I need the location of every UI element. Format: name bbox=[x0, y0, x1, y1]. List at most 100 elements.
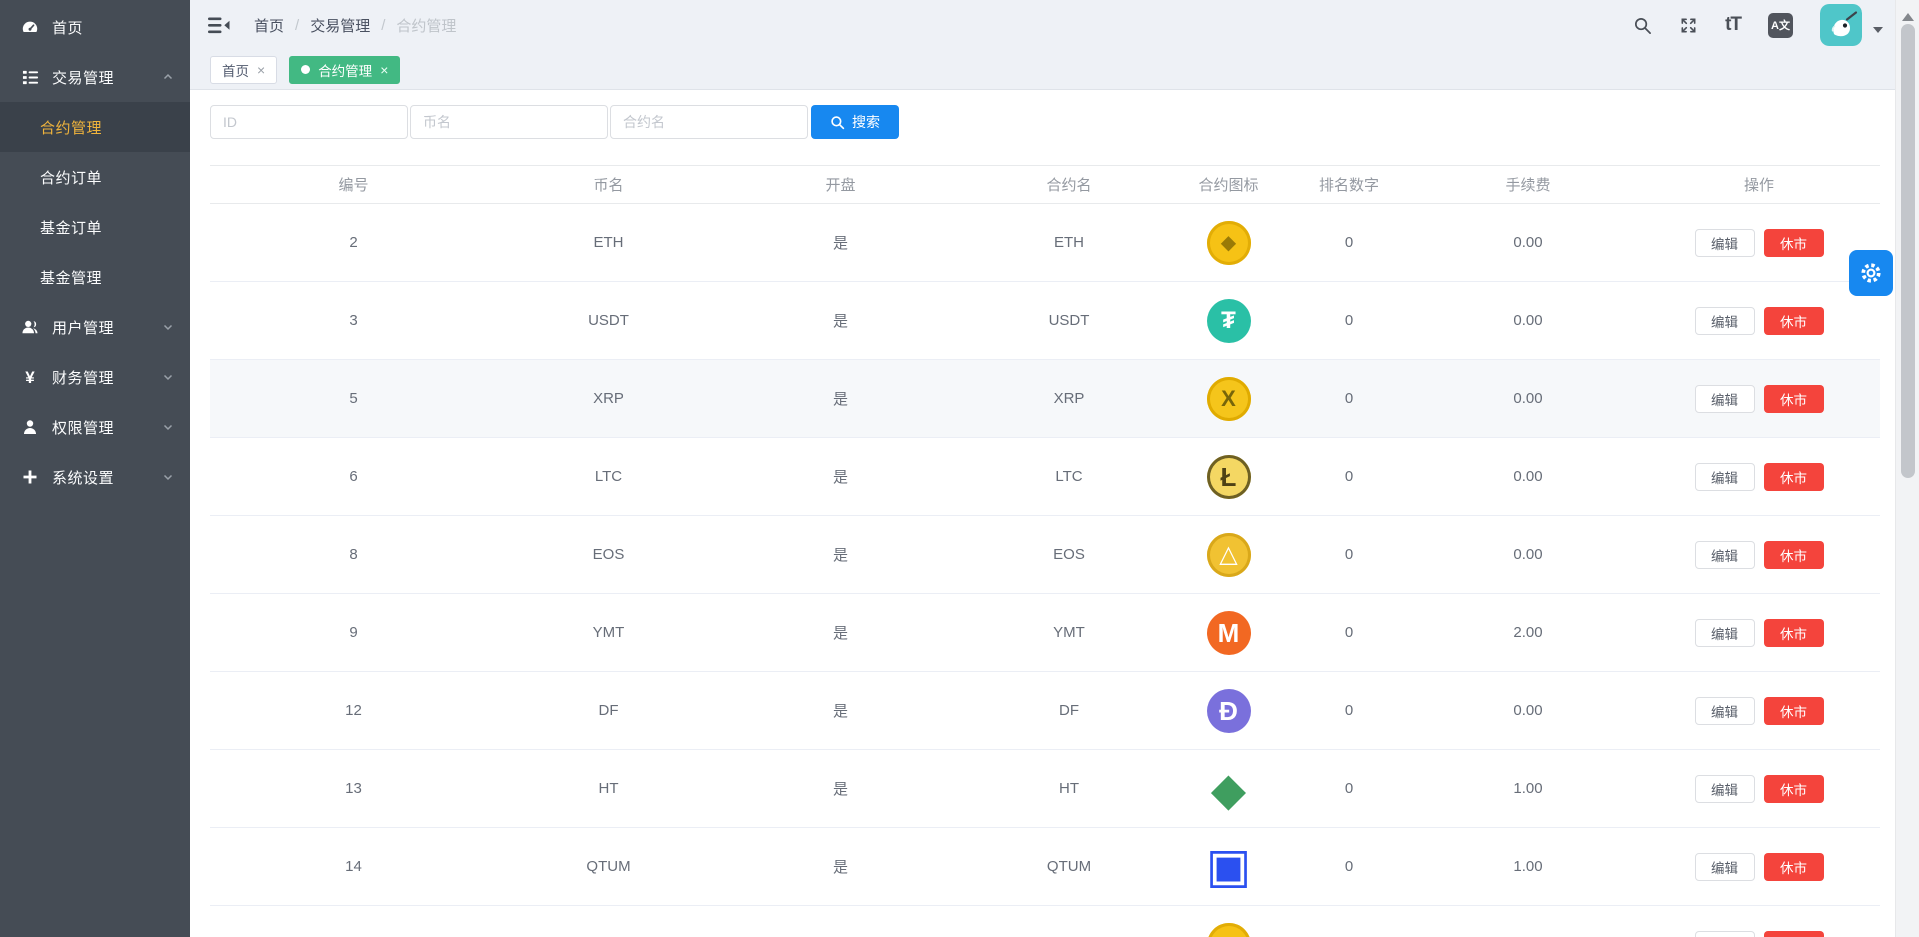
search-icon bbox=[830, 115, 845, 130]
cell-number: 13 bbox=[210, 750, 497, 828]
edit-button[interactable]: 编辑 bbox=[1695, 853, 1755, 881]
cell-contract-icon: △ bbox=[1177, 516, 1280, 594]
market-close-button[interactable]: 休市 bbox=[1764, 463, 1824, 491]
cell-coin-name: QTUM bbox=[497, 828, 720, 906]
edit-button[interactable]: 编辑 bbox=[1695, 307, 1755, 335]
market-close-button[interactable]: 休市 bbox=[1764, 619, 1824, 647]
edit-button[interactable]: 编辑 bbox=[1695, 463, 1755, 491]
sidebar-item-user-management[interactable]: 用户管理 bbox=[0, 302, 190, 352]
coin-name-input[interactable] bbox=[410, 105, 608, 139]
col-coin-name: 币名 bbox=[497, 166, 720, 204]
dashboard-icon bbox=[20, 18, 40, 36]
breadcrumb: 首页 / 交易管理 / 合约管理 bbox=[254, 15, 456, 36]
table-row: 6LTC是LTCŁ00.00编辑休市 bbox=[210, 438, 1880, 516]
table-row: 12DF是DFÐ00.00编辑休市 bbox=[210, 672, 1880, 750]
edit-button[interactable]: 编辑 bbox=[1695, 385, 1755, 413]
edit-button[interactable]: 编辑 bbox=[1695, 229, 1755, 257]
sidebar-item-permission-management[interactable]: 权限管理 bbox=[0, 402, 190, 452]
cell-number bbox=[210, 906, 497, 937]
market-close-button[interactable]: 休市 bbox=[1764, 229, 1824, 257]
person-icon bbox=[20, 419, 40, 435]
cell-coin-name bbox=[497, 906, 720, 937]
cell-actions: 编辑休市 bbox=[1638, 750, 1880, 828]
cell-contract-icon: ▣ bbox=[1177, 828, 1280, 906]
cell-contract-icon: M bbox=[1177, 594, 1280, 672]
search-button[interactable]: 搜索 bbox=[811, 105, 899, 139]
sidebar-item-fund-management[interactable]: 基金管理 bbox=[0, 252, 190, 302]
translate-icon[interactable]: A文 bbox=[1768, 13, 1793, 38]
market-close-button[interactable]: 休市 bbox=[1764, 853, 1824, 881]
search-icon[interactable] bbox=[1633, 16, 1652, 35]
close-icon[interactable]: × bbox=[380, 63, 388, 77]
edit-button[interactable]: 编辑 bbox=[1695, 697, 1755, 725]
cell-open bbox=[720, 906, 961, 937]
sidebar-item-trade-management[interactable]: 交易管理 bbox=[0, 52, 190, 102]
market-close-button[interactable]: 休市 bbox=[1764, 775, 1824, 803]
table-row: 编辑 休市 bbox=[210, 906, 1880, 937]
cell-contract-icon: ₮ bbox=[1177, 282, 1280, 360]
cell-open: 是 bbox=[720, 282, 961, 360]
tab-home[interactable]: 首页 × bbox=[210, 56, 277, 84]
cell-number: 5 bbox=[210, 360, 497, 438]
id-input[interactable] bbox=[210, 105, 408, 139]
scrollbar-up-arrow-icon[interactable] bbox=[1902, 7, 1914, 21]
cell-rank: 0 bbox=[1280, 516, 1418, 594]
sidebar-item-finance-management[interactable]: ¥ 财务管理 bbox=[0, 352, 190, 402]
cell-open: 是 bbox=[720, 360, 961, 438]
close-icon[interactable]: × bbox=[257, 63, 265, 77]
sidebar-item-system-settings[interactable]: 系统设置 bbox=[0, 452, 190, 502]
avatar[interactable] bbox=[1820, 4, 1862, 46]
sidebar-item-contract-management[interactable]: 合约管理 bbox=[0, 102, 190, 152]
breadcrumb-separator: / bbox=[295, 17, 299, 34]
cell-contract-name: LTC bbox=[961, 438, 1177, 516]
scrollbar-thumb[interactable] bbox=[1901, 24, 1915, 478]
cell-open: 是 bbox=[720, 516, 961, 594]
page-scrollbar[interactable] bbox=[1895, 0, 1919, 937]
sidebar-item-label: 财务管理 bbox=[52, 367, 162, 388]
chevron-down-icon bbox=[162, 321, 174, 333]
breadcrumb-separator: / bbox=[381, 17, 385, 34]
search-form: 搜索 bbox=[210, 105, 1919, 139]
edit-button[interactable]: 编辑 bbox=[1695, 775, 1755, 803]
cell-number: 14 bbox=[210, 828, 497, 906]
cell-contract-icon: Ð bbox=[1177, 672, 1280, 750]
gear-icon bbox=[1859, 261, 1883, 285]
ymt-coin-icon: M bbox=[1207, 611, 1251, 655]
market-close-button[interactable]: 休市 bbox=[1764, 697, 1824, 725]
fullscreen-icon[interactable] bbox=[1679, 16, 1698, 35]
cell-open: 是 bbox=[720, 672, 961, 750]
cell-number: 3 bbox=[210, 282, 497, 360]
tab-contract-management[interactable]: 合约管理 × bbox=[289, 56, 400, 84]
table-row: 13HT是HT◆01.00编辑休市 bbox=[210, 750, 1880, 828]
market-close-button[interactable]: 休市 bbox=[1764, 931, 1824, 937]
cell-fee: 2.00 bbox=[1418, 594, 1638, 672]
cell-rank: 0 bbox=[1280, 360, 1418, 438]
sidebar-item-fund-orders[interactable]: 基金订单 bbox=[0, 202, 190, 252]
cell-coin-name: USDT bbox=[497, 282, 720, 360]
cell-number: 6 bbox=[210, 438, 497, 516]
sidebar-item-label: 权限管理 bbox=[52, 417, 162, 438]
sidebar-collapse-icon[interactable] bbox=[208, 17, 230, 34]
cell-actions: 编辑休市 bbox=[1638, 360, 1880, 438]
market-close-button[interactable]: 休市 bbox=[1764, 385, 1824, 413]
caret-down-icon[interactable] bbox=[1873, 27, 1883, 38]
col-fee: 手续费 bbox=[1418, 166, 1638, 204]
market-close-button[interactable]: 休市 bbox=[1764, 307, 1824, 335]
cell-rank: 0 bbox=[1280, 282, 1418, 360]
chevron-down-icon bbox=[162, 371, 174, 383]
sidebar-item-contract-orders[interactable]: 合约订单 bbox=[0, 152, 190, 202]
edit-button[interactable]: 编辑 bbox=[1695, 541, 1755, 569]
font-size-icon[interactable]: tT bbox=[1725, 14, 1741, 36]
sidebar-item-home[interactable]: 首页 bbox=[0, 2, 190, 52]
contract-name-input[interactable] bbox=[610, 105, 808, 139]
market-close-button[interactable]: 休市 bbox=[1764, 541, 1824, 569]
cell-fee: 0.00 bbox=[1418, 672, 1638, 750]
top-header: 首页 / 交易管理 / 合约管理 tT A文 bbox=[190, 0, 1919, 50]
cell-number: 9 bbox=[210, 594, 497, 672]
breadcrumb-trade-management[interactable]: 交易管理 bbox=[310, 15, 370, 36]
col-contract-icon: 合约图标 bbox=[1177, 166, 1280, 204]
breadcrumb-home[interactable]: 首页 bbox=[254, 15, 284, 36]
edit-button[interactable]: 编辑 bbox=[1695, 931, 1755, 937]
edit-button[interactable]: 编辑 bbox=[1695, 619, 1755, 647]
settings-gear-button[interactable] bbox=[1849, 250, 1893, 296]
